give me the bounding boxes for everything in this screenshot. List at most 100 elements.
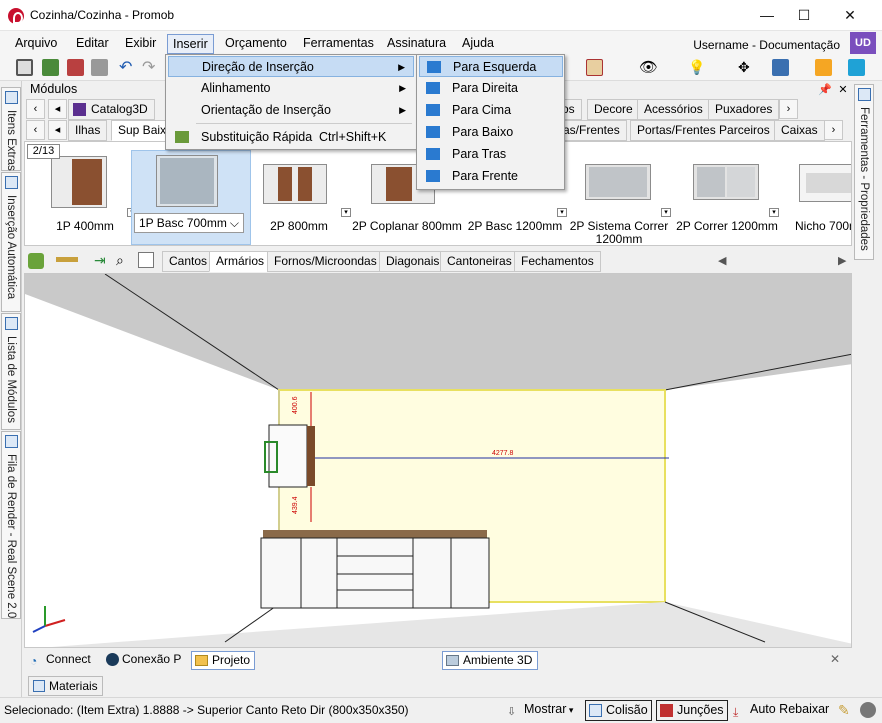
light-icon[interactable]: 💡 xyxy=(688,59,705,76)
scroll-right-button[interactable]: › xyxy=(824,120,843,140)
chat-icon[interactable] xyxy=(848,59,865,76)
tab-itens-extras[interactable]: Itens Extras xyxy=(1,87,21,171)
scroll-right-icon[interactable]: ▶ xyxy=(838,254,846,267)
menu-item-alinhamento[interactable]: Alinhamento ▶ xyxy=(168,78,414,99)
tab-lista-de-modulos[interactable]: Lista de Módulos xyxy=(1,313,21,430)
menu-editar[interactable]: Editar xyxy=(71,34,114,54)
tab-puxadores[interactable]: Puxadores xyxy=(708,99,780,120)
arrow-down-icon: ⇩ xyxy=(507,706,517,718)
menu-assinatura[interactable]: Assinatura xyxy=(382,34,451,54)
menu-item-orientacao-de-insercao[interactable]: Orientação de Inserção ▶ xyxy=(168,100,414,121)
render-icon[interactable] xyxy=(42,59,59,76)
scroll-left-button[interactable]: ◂ xyxy=(48,120,67,140)
tab-portas-frentes[interactable]: as/Frentes xyxy=(556,120,627,141)
username-label[interactable]: Username - Documentação xyxy=(693,38,840,52)
tab-cantos[interactable]: Cantos xyxy=(162,251,215,272)
tab-decore[interactable]: Decore xyxy=(587,99,640,120)
insert-icon[interactable]: ⇥ xyxy=(94,252,110,268)
tab-insercao-automatica[interactable]: Inserção Automática xyxy=(1,172,21,312)
tab-fornos-microondas[interactable]: Fornos/Microondas xyxy=(267,251,384,272)
module-item[interactable]: ▾ 1P 400mm xyxy=(25,150,145,245)
tab-acessorios[interactable]: Acessórios xyxy=(637,99,710,120)
tab-portas-frentes-parceiros[interactable]: Portas/Frentes Parceiros xyxy=(630,120,777,141)
menu-exibir[interactable]: Exibir xyxy=(120,34,161,54)
view-eye-icon[interactable]: 👁 xyxy=(639,59,658,76)
tab-diagonais[interactable]: Diagonais xyxy=(379,251,447,272)
tab-fila-de-render[interactable]: Fila de Render - Real Scene 2.0 xyxy=(1,431,21,619)
menu-item-para-baixo[interactable]: Para Baixo xyxy=(419,122,563,143)
right-dock: Ferramentas - Propriedades xyxy=(852,81,882,698)
tab-fechamentos[interactable]: Fechamentos xyxy=(514,251,601,272)
tab-armarios[interactable]: Armários xyxy=(209,251,272,272)
line-tool-icon[interactable] xyxy=(56,257,78,262)
scroll-left-icon[interactable]: ◀ xyxy=(718,254,726,267)
lower-icon: ⤓ xyxy=(733,705,739,719)
menu-item-para-frente[interactable]: Para Frente xyxy=(419,166,563,187)
layout-icon[interactable] xyxy=(772,59,789,76)
cabinet-thumbnail xyxy=(799,164,851,202)
room-scene[interactable]: 4277.8 400.6 439.4 xyxy=(25,274,852,648)
tab-projeto[interactable]: Projeto xyxy=(191,651,256,670)
menu-item-direcao-de-insercao[interactable]: Direção de Inserção ▶ xyxy=(168,56,414,77)
tab-ambiente-3d[interactable]: Ambiente 3D xyxy=(442,651,538,670)
menu-item-para-tras[interactable]: Para Tras xyxy=(419,144,563,165)
scroll-left-button[interactable]: ‹ xyxy=(26,99,45,119)
filter-icon[interactable] xyxy=(138,252,154,268)
module-item[interactable]: ▾ 2P Sistema Correr 1200mm xyxy=(559,150,679,246)
tab-connect[interactable]: ◔ Connect xyxy=(28,651,95,670)
colisao-toggle[interactable]: Colisão xyxy=(585,700,652,721)
undo-icon[interactable]: ↶ xyxy=(119,59,136,76)
arrow-back-icon xyxy=(426,148,440,160)
refresh-icon[interactable] xyxy=(28,253,44,269)
search-icon[interactable]: ⌕ xyxy=(116,251,134,269)
scroll-right-button[interactable]: › xyxy=(779,99,798,119)
menu-item-para-cima[interactable]: Para Cima xyxy=(419,100,563,121)
panel-close-button[interactable]: ✕ xyxy=(834,81,852,99)
materials-icon xyxy=(33,680,45,692)
export-icon[interactable] xyxy=(67,59,84,76)
user-avatar[interactable]: UD xyxy=(850,32,876,54)
tab-ferramentas-propriedades[interactable]: Ferramentas - Propriedades xyxy=(854,84,874,260)
tab-cantoneiras[interactable]: Cantoneiras xyxy=(440,251,519,272)
save-icon[interactable] xyxy=(16,59,33,76)
module-item[interactable]: ▾ 2P 800mm xyxy=(239,150,359,245)
menu-inserir[interactable]: Inserir xyxy=(167,34,214,54)
auto-rebaixar-toggle[interactable]: ⤓ Auto Rebaixar xyxy=(730,700,832,721)
move-icon[interactable]: ✥ xyxy=(738,59,755,76)
print-icon[interactable] xyxy=(91,59,108,76)
countertop xyxy=(263,530,487,538)
menu-orcamento[interactable]: Orçamento xyxy=(220,34,292,54)
scroll-left-button[interactable]: ‹ xyxy=(26,120,45,140)
module-item[interactable]: ▾ 2P Correr 1200mm xyxy=(667,150,787,245)
close-window-button[interactable]: ✕ xyxy=(827,0,873,31)
module-item-selected[interactable]: 1P Basc 700mm ⌵ xyxy=(131,150,251,245)
pin-icon[interactable]: 📌 xyxy=(816,81,834,99)
module-item[interactable]: Nicho 700m xyxy=(775,150,851,245)
juncoes-toggle[interactable]: Junções xyxy=(656,700,728,721)
user-icon[interactable] xyxy=(815,59,832,76)
menu-ferramentas[interactable]: Ferramentas xyxy=(298,34,379,54)
3d-viewport[interactable]: 4277.8 400.6 439.4 xyxy=(24,273,852,648)
menu-item-para-direita[interactable]: Para Direita xyxy=(419,78,563,99)
swap-icon xyxy=(175,131,189,143)
tab-conexao-p[interactable]: Conexão P xyxy=(104,651,185,670)
menu-ajuda[interactable]: Ajuda xyxy=(457,34,499,54)
tab-catalog3d[interactable]: Catalog3D xyxy=(68,99,155,120)
maximize-button[interactable]: ☐ xyxy=(781,0,827,31)
gallery-page-counter: 2/13 xyxy=(27,144,60,159)
module-variant-select[interactable]: 1P Basc 700mm ⌵ xyxy=(134,213,244,233)
menu-arquivo[interactable]: Arquivo xyxy=(10,34,62,54)
scroll-left-button[interactable]: ◂ xyxy=(48,99,67,119)
menu-item-substituicao-rapida[interactable]: Substituição Rápida Ctrl+Shift+K xyxy=(168,127,414,148)
mostrar-button[interactable]: ⇩ Mostrar ▾ xyxy=(504,700,576,721)
redo-icon[interactable]: ↷ xyxy=(142,59,159,76)
collision-icon xyxy=(589,704,602,717)
status-bar: Selecionado: (Item Extra) 1.8888 -> Supe… xyxy=(0,697,882,723)
menu-item-para-esquerda[interactable]: Para Esquerda xyxy=(419,56,563,77)
tab-materiais[interactable]: Materiais xyxy=(28,676,103,696)
measure-icon[interactable] xyxy=(586,59,603,76)
tools-icon[interactable]: ✎ xyxy=(838,702,854,718)
tab-ilhas[interactable]: Ilhas xyxy=(68,120,108,141)
close-tab-button[interactable]: ✕ xyxy=(826,651,844,670)
tab-caixas[interactable]: Caixas xyxy=(774,120,825,141)
